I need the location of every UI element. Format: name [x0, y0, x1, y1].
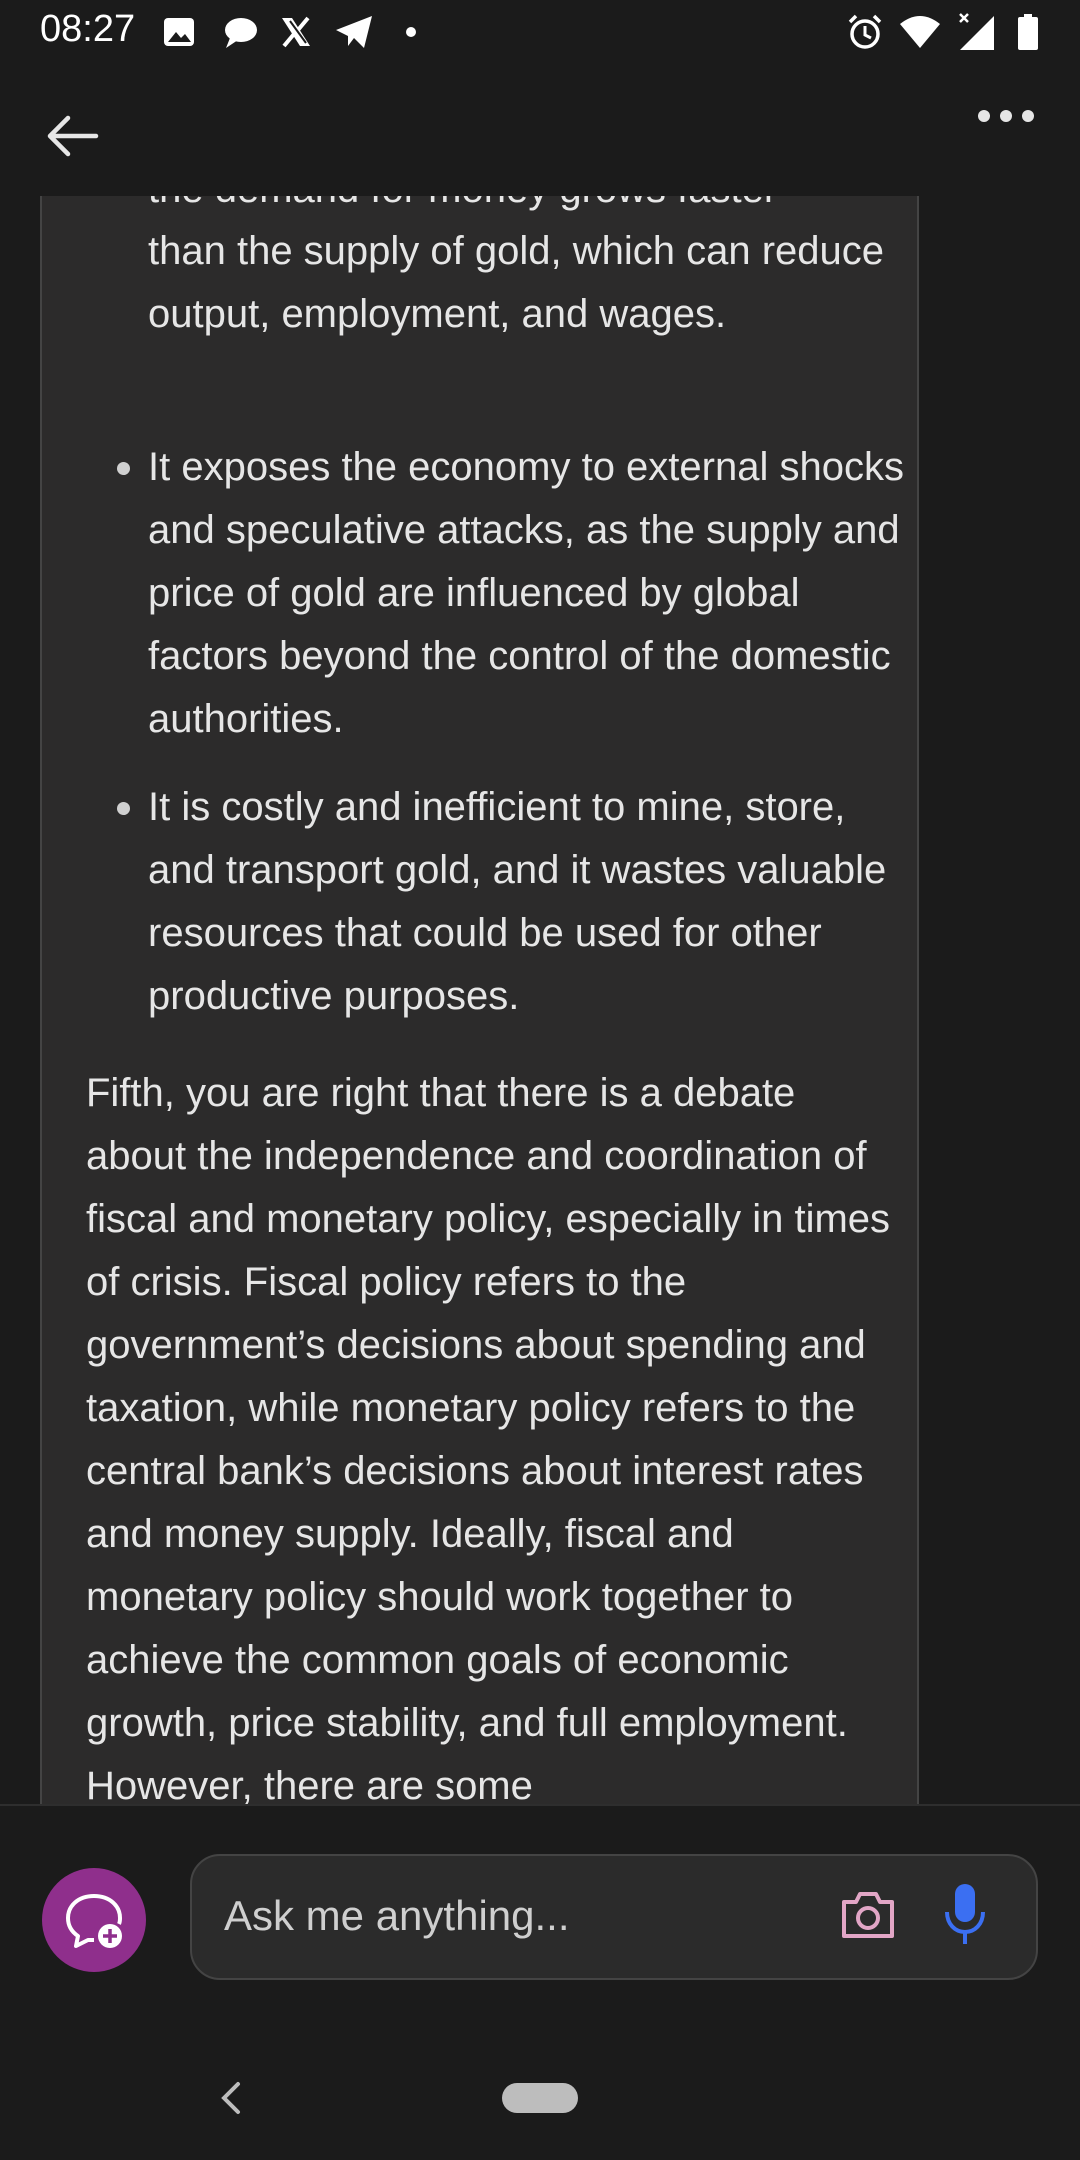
new-topic-chat-icon: [66, 1894, 123, 1948]
bullet-dot: [117, 462, 130, 475]
message-paragraph: Fifth, you are right that there is a deb…: [86, 1071, 891, 1804]
chat-input[interactable]: Ask me anything...: [190, 1854, 1038, 1980]
cellular-no-signal-icon: [959, 13, 994, 50]
new-topic-button[interactable]: [42, 1868, 146, 1972]
gallery-icon: [164, 18, 194, 46]
camera-icon[interactable]: [838, 1886, 898, 1942]
bullet-item-1-continuation: than the supply of gold, which can reduc…: [148, 229, 885, 336]
wifi-icon: [900, 16, 940, 48]
notification-dot-icon: [406, 27, 416, 37]
chat-area: the demand for money grows faster than t…: [0, 196, 1080, 1804]
top-app-bar: [0, 66, 1080, 196]
telegram-icon: [336, 16, 372, 48]
more-options-icon[interactable]: [976, 104, 1036, 124]
alarm-icon: [848, 14, 882, 49]
bullet-dot: [117, 802, 130, 815]
bullet-item-partial-top: the demand for money grows faster: [148, 196, 908, 221]
nav-back-chevron-icon[interactable]: [214, 2078, 250, 2118]
microphone-icon[interactable]: [942, 1882, 988, 1946]
input-placeholder: Ask me anything...: [224, 1892, 570, 1939]
x-logo-icon: [282, 16, 310, 48]
status-bar: 08:27: [0, 0, 1080, 66]
battery-icon: [1018, 14, 1038, 50]
assistant-message-card: the demand for money grows faster than t…: [40, 196, 919, 1804]
composer-divider: [0, 1804, 1080, 1806]
bullet-item-2: It exposes the economy to external shock…: [148, 445, 904, 741]
bullet-item-3: It is costly and inefficient to mine, st…: [148, 785, 887, 1018]
back-arrow-icon[interactable]: [40, 106, 108, 166]
status-time: 08:27: [40, 8, 136, 50]
chat-bubble-icon: [225, 18, 257, 48]
nav-home-pill[interactable]: [502, 2083, 578, 2113]
